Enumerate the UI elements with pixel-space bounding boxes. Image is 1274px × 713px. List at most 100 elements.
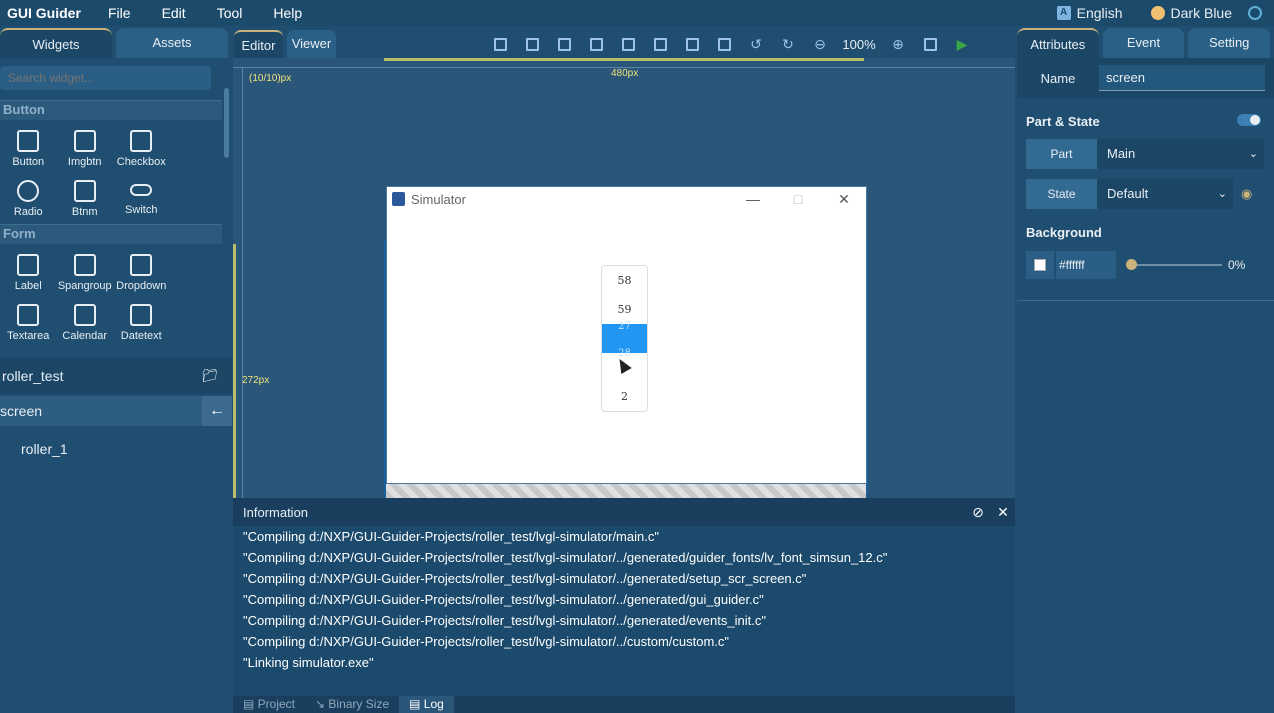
send-backward-icon[interactable] <box>708 30 740 58</box>
height-label: 272px <box>242 375 270 386</box>
align-top-icon[interactable] <box>580 30 612 58</box>
close-panel-icon[interactable]: ✕ <box>995 504 1011 520</box>
minimize-icon[interactable]: — <box>733 187 773 211</box>
widget-checkbox[interactable]: Checkbox <box>113 124 170 174</box>
search-widget-input[interactable] <box>0 66 211 90</box>
label-widget-icon <box>17 254 40 276</box>
tab-widgets[interactable]: Widgets <box>0 28 112 58</box>
align-center-icon[interactable] <box>516 30 548 58</box>
datetext-widget-icon <box>130 304 153 326</box>
name-input[interactable]: screen <box>1099 65 1265 91</box>
eye-icon[interactable]: ◉ <box>1241 179 1252 209</box>
zoom-out-icon[interactable]: ⊖ <box>804 30 836 58</box>
btnm-widget-icon <box>73 180 96 202</box>
widget-label: Imgbtn <box>67 156 102 168</box>
arrow-left-icon[interactable]: ← <box>202 396 232 426</box>
background-row: #ffffff 0% <box>1026 250 1264 280</box>
widget-label: Radio <box>13 206 43 218</box>
align-bottom-icon[interactable] <box>644 30 676 58</box>
part-select[interactable]: Main ⌄ <box>1097 139 1264 169</box>
clear-log-icon[interactable]: ⊘ <box>970 504 986 520</box>
align-middle-icon[interactable] <box>612 30 644 58</box>
information-header: Information <box>233 498 1015 526</box>
folder-icon[interactable]: 📁︎ <box>201 368 218 384</box>
widget-datetext[interactable]: Datetext <box>113 298 170 348</box>
widget-calendar[interactable]: Calendar <box>57 298 114 348</box>
language-selector[interactable]: A English <box>1056 5 1123 21</box>
log-icon: ▤ <box>409 697 424 711</box>
palette-icon <box>1150 6 1165 20</box>
menu-help[interactable]: Help <box>273 5 302 21</box>
tab-setting[interactable]: Setting <box>1188 28 1271 58</box>
widget-label: Checkbox <box>116 156 166 168</box>
bring-forward-icon[interactable] <box>676 30 708 58</box>
opacity-value: 0% <box>1228 258 1246 272</box>
globe-icon[interactable] <box>1248 6 1262 20</box>
theme-selector[interactable]: Dark Blue <box>1150 5 1232 21</box>
checkbox-widget-icon <box>130 130 153 152</box>
log-line: "Compiling d:/NXP/GUI-Guider-Projects/ro… <box>243 529 659 544</box>
left-tabs: Widgets Assets <box>0 28 232 58</box>
state-select[interactable]: Default ⌄ <box>1097 179 1233 209</box>
tab-editor[interactable]: Editor <box>234 30 283 58</box>
tab-attributes[interactable]: Attributes <box>1017 28 1099 58</box>
widget-button[interactable]: Button <box>0 124 57 174</box>
opacity-slider[interactable] <box>1126 259 1222 270</box>
right-tabs: Attributes Event Setting <box>1017 28 1274 58</box>
widget-radio[interactable]: Radio <box>0 174 57 224</box>
widget-btnm[interactable]: Btnm <box>57 174 114 224</box>
tab-viewer[interactable]: Viewer <box>287 30 336 58</box>
widget-spangroup[interactable]: Spangroup <box>57 248 114 298</box>
information-panel: Information ⊘ ✕ "Compiling d:/NXP/GUI-Gu… <box>233 498 1015 696</box>
roller-widget[interactable]: 58 59 27 28 2 <box>601 265 648 412</box>
app-title: GUI Guider <box>7 5 81 21</box>
tab-log-label: Log <box>423 697 444 711</box>
widget-label[interactable]: Label <box>0 248 57 298</box>
redo-icon[interactable]: ↻ <box>772 30 804 58</box>
widget-label-text: Datetext <box>120 330 162 342</box>
background-section: Background <box>1017 225 1274 240</box>
log-line: "Compiling d:/NXP/GUI-Guider-Projects/ro… <box>243 613 766 628</box>
menu-tool[interactable]: Tool <box>217 5 243 21</box>
dropdown-widget-icon <box>130 254 153 276</box>
code-icon[interactable] <box>914 30 946 58</box>
log-list: "Compiling d:/NXP/GUI-Guider-Projects/ro… <box>233 526 1015 673</box>
screen-row[interactable]: screen ← <box>0 396 232 426</box>
tree-item-roller[interactable]: roller_1 <box>21 441 68 457</box>
widget-switch[interactable]: Switch <box>113 174 170 224</box>
roller-item: 2 <box>621 390 628 403</box>
log-line: "Compiling d:/NXP/GUI-Guider-Projects/ro… <box>243 571 807 586</box>
run-icon[interactable]: ▶ <box>946 30 978 58</box>
widget-textarea[interactable]: Textarea <box>0 298 57 348</box>
tab-binary-size-label: Binary Size <box>328 697 390 711</box>
align-left-icon[interactable] <box>484 30 516 58</box>
section-button[interactable]: Button <box>0 100 222 120</box>
widget-dropdown[interactable]: Dropdown <box>113 248 170 298</box>
part-state-section: Part & State <box>1017 114 1274 129</box>
tab-project[interactable]: ▤ Project <box>233 696 305 713</box>
palette-scrollbar[interactable] <box>224 88 229 158</box>
maximize-icon[interactable]: □ <box>778 187 818 211</box>
divider <box>1017 300 1274 301</box>
zoom-in-icon[interactable]: ⊕ <box>882 30 914 58</box>
widget-imgbtn[interactable]: Imgbtn <box>57 124 114 174</box>
align-right-icon[interactable] <box>548 30 580 58</box>
color-swatch[interactable] <box>1026 251 1054 279</box>
section-form[interactable]: Form <box>0 224 222 244</box>
widget-label-text: Calendar <box>62 330 108 342</box>
part-state-toggle[interactable] <box>1237 114 1261 126</box>
menu-edit[interactable]: Edit <box>162 5 186 21</box>
menu-file[interactable]: File <box>108 5 131 21</box>
tab-assets[interactable]: Assets <box>116 28 228 58</box>
editor-tabs: Editor Viewer <box>234 30 340 58</box>
widget-palette: Button Button Imgbtn Checkbox Radio Btnm… <box>0 100 222 355</box>
tab-binary-size[interactable]: ↘ Binary Size <box>305 696 399 713</box>
undo-icon[interactable]: ↺ <box>740 30 772 58</box>
name-row: Name screen <box>1017 58 1274 98</box>
close-icon[interactable]: ✕ <box>824 187 864 211</box>
tab-event[interactable]: Event <box>1102 28 1185 58</box>
background-title: Background <box>1026 225 1102 240</box>
tab-log[interactable]: ▤ Log <box>399 696 454 713</box>
name-label: Name <box>1040 70 1076 86</box>
color-hex-input[interactable]: #ffffff <box>1056 251 1116 279</box>
